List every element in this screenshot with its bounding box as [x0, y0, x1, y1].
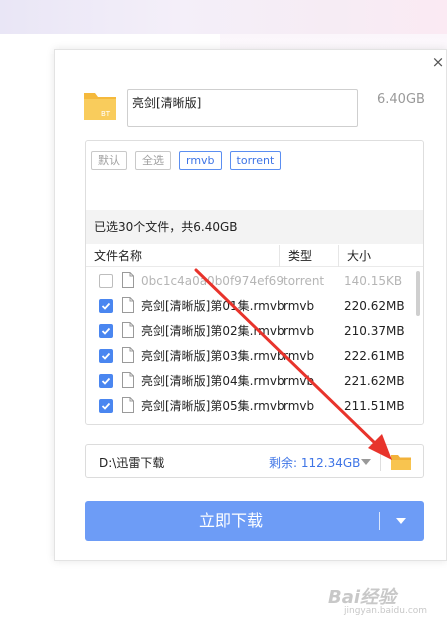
- file-name: 亮剑[清晰版]第01集.rmvb: [141, 299, 285, 313]
- file-type: rmvb: [283, 349, 315, 363]
- file-icon: [122, 372, 134, 388]
- table-row[interactable]: 亮剑[清晰版]第03集.rmvb rmvb 222.61MB: [86, 344, 423, 369]
- table-row[interactable]: 亮剑[清晰版]第01集.rmvb rmvb 220.62MB: [86, 294, 423, 319]
- column-header-size[interactable]: 大小: [347, 245, 371, 267]
- file-checkbox[interactable]: [99, 374, 113, 388]
- check-icon: [101, 352, 111, 360]
- filter-default-button[interactable]: 默认: [91, 151, 127, 170]
- file-checkbox[interactable]: [99, 274, 113, 288]
- file-size: 222.61MB: [344, 349, 405, 363]
- download-now-label: 立即下载: [198, 511, 263, 530]
- file-type: rmvb: [283, 374, 315, 388]
- save-path-text: D:\迅雷下载: [99, 456, 165, 470]
- check-icon: [101, 327, 111, 335]
- total-size: 6.40GB: [377, 92, 425, 107]
- file-list: 0bc1c4a0a0b0f974ef69... torrent 140.15KB…: [86, 269, 423, 419]
- file-type: rmvb: [283, 324, 315, 338]
- table-row[interactable]: 亮剑[清晰版]第04集.rmvb rmvb 221.62MB: [86, 369, 423, 394]
- task-name-input[interactable]: 亮剑[清晰版]: [127, 89, 358, 127]
- watermark-subtext: jingyan.baidu.com: [344, 606, 428, 616]
- file-checkbox[interactable]: [99, 349, 113, 363]
- table-row[interactable]: 0bc1c4a0a0b0f974ef69... torrent 140.15KB: [86, 269, 423, 294]
- filter-select-all-button[interactable]: 全选: [135, 151, 171, 170]
- file-checkbox[interactable]: [99, 299, 113, 313]
- file-icon: [122, 347, 134, 363]
- bt-folder-icon: BT: [84, 93, 116, 120]
- check-icon: [101, 402, 111, 410]
- file-size: 210.37MB: [344, 324, 405, 338]
- background-banner: [0, 0, 447, 34]
- file-size: 220.62MB: [344, 299, 405, 313]
- file-list-panel: 默认 全选 rmvb torrent 已选30个文件，共6.40GB 文件名称 …: [85, 140, 424, 425]
- file-size: 140.15KB: [344, 274, 403, 288]
- close-button[interactable]: ×: [430, 54, 446, 70]
- file-type: rmvb: [283, 299, 315, 313]
- free-space-text: 剩余: 112.34GB: [269, 456, 361, 470]
- file-type: rmvb: [283, 399, 315, 413]
- path-divider: [380, 453, 381, 471]
- file-list-scrollbar[interactable]: [416, 271, 420, 316]
- table-row[interactable]: 亮剑[清晰版]第02集.rmvb rmvb 210.37MB: [86, 319, 423, 344]
- save-path-field[interactable]: D:\迅雷下载 剩余: 112.34GB: [85, 444, 424, 478]
- check-icon: [101, 302, 111, 310]
- file-icon: [122, 272, 134, 288]
- selection-summary: 已选30个文件，共6.40GB: [86, 210, 423, 244]
- check-icon: [101, 377, 111, 385]
- filter-rmvb-button[interactable]: rmvb: [179, 151, 222, 170]
- file-table-header: 文件名称 类型 大小: [86, 245, 423, 267]
- file-icon: [122, 322, 134, 338]
- watermark: Bai经验 jingyan.baidu.com: [328, 583, 427, 616]
- table-row[interactable]: 亮剑[清晰版]第05集.rmvb rmvb 211.51MB: [86, 394, 423, 419]
- download-now-button[interactable]: 立即下载: [85, 501, 424, 541]
- column-divider[interactable]: [279, 245, 280, 267]
- file-name: 亮剑[清晰版]第02集.rmvb: [141, 324, 285, 338]
- file-size: 211.51MB: [344, 399, 405, 413]
- new-download-dialog: × BT 亮剑[清晰版] 6.40GB 默认 全选 rmvb torrent 已…: [54, 49, 447, 561]
- column-header-type[interactable]: 类型: [288, 245, 312, 267]
- file-name: 亮剑[清晰版]第05集.rmvb: [141, 399, 285, 413]
- file-name: 亮剑[清晰版]第03集.rmvb: [141, 349, 285, 363]
- filter-bar: 默认 全选 rmvb torrent: [91, 151, 282, 171]
- download-divider: [379, 512, 380, 530]
- chevron-down-icon[interactable]: [361, 459, 371, 465]
- file-name: 亮剑[清晰版]第04集.rmvb: [141, 374, 285, 388]
- file-type: torrent: [283, 274, 325, 288]
- chevron-down-icon[interactable]: [396, 518, 406, 524]
- column-header-name[interactable]: 文件名称: [94, 245, 142, 267]
- file-checkbox[interactable]: [99, 399, 113, 413]
- file-icon: [122, 397, 134, 413]
- watermark-text: Bai经验: [328, 587, 397, 608]
- folder-icon[interactable]: [390, 452, 412, 472]
- filter-torrent-button[interactable]: torrent: [229, 151, 282, 170]
- column-divider[interactable]: [338, 245, 339, 267]
- file-name: 0bc1c4a0a0b0f974ef69...: [141, 274, 285, 288]
- file-size: 221.62MB: [344, 374, 405, 388]
- file-checkbox[interactable]: [99, 324, 113, 338]
- file-icon: [122, 297, 134, 313]
- svg-text:BT: BT: [101, 110, 111, 118]
